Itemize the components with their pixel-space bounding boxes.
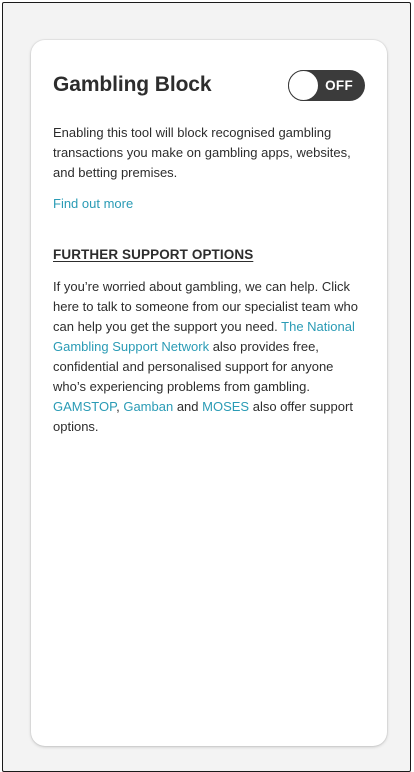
- toggle-knob: [288, 69, 319, 101]
- and-text: and: [173, 399, 203, 414]
- gambling-block-description: Enabling this tool will block recognised…: [53, 125, 351, 180]
- gamban-link[interactable]: Gamban: [123, 399, 173, 414]
- further-support-heading: FURTHER SUPPORT OPTIONS: [53, 247, 254, 262]
- find-out-more-link[interactable]: Find out more: [53, 194, 133, 214]
- further-support-text: If you’re worried about gambling, we can…: [53, 277, 365, 437]
- gambling-block-card: Gambling Block OFF Enabling this tool wi…: [31, 40, 387, 746]
- moses-link[interactable]: MOSES: [202, 399, 249, 414]
- page-title: Gambling Block: [53, 73, 212, 96]
- gambling-block-toggle[interactable]: OFF: [288, 69, 365, 101]
- card-header: Gambling Block OFF: [53, 69, 365, 101]
- gamstop-link[interactable]: GAMSTOP: [53, 399, 116, 414]
- toggle-state-label: OFF: [325, 77, 353, 93]
